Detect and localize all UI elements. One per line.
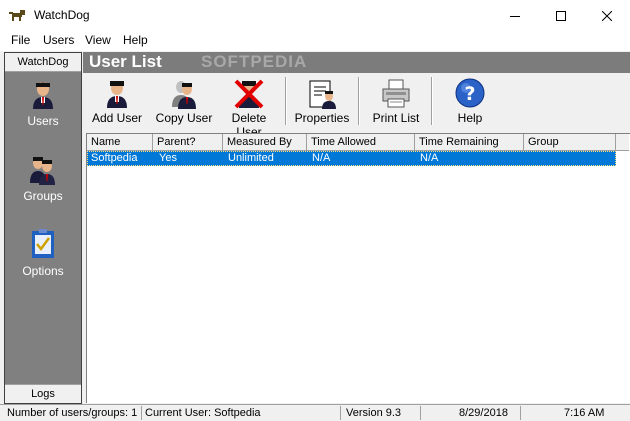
copy-user-button[interactable]: Copy User: [155, 77, 213, 125]
left-nav-bar: WatchDog Users Groups Options Logs: [4, 52, 82, 404]
add-user-button[interactable]: Add User: [91, 77, 143, 125]
copy-user-label: Copy User: [155, 111, 213, 125]
column-header-time-allowed[interactable]: Time Allowed: [307, 134, 415, 151]
toolbar-separator: [431, 77, 433, 125]
app-window: WatchDog File Users View Help WatchDog U…: [0, 0, 630, 421]
print-list-label: Print List: [372, 111, 420, 125]
menu-view[interactable]: View: [82, 33, 114, 47]
svg-text:?: ?: [464, 83, 475, 105]
status-time: 7:16 AM: [564, 407, 605, 419]
column-header-parent[interactable]: Parent?: [153, 134, 223, 151]
minimize-icon: [510, 15, 520, 17]
title-bar: WatchDog: [0, 0, 630, 31]
nav-options[interactable]: Options: [5, 228, 81, 278]
page-title: User List: [89, 52, 162, 71]
minimize-button[interactable]: [492, 0, 538, 31]
menu-file[interactable]: File: [8, 33, 33, 47]
close-icon: [602, 10, 612, 21]
status-separator: [420, 406, 421, 420]
properties-icon: [309, 80, 336, 109]
nav-options-label: Options: [22, 264, 64, 278]
cell-parent: Yes: [159, 152, 177, 164]
help-label: Help: [457, 111, 483, 125]
nav-groups[interactable]: Groups: [5, 153, 81, 203]
copy-user-icon: [172, 81, 196, 109]
close-button[interactable]: [584, 0, 630, 31]
status-separator: [141, 406, 142, 420]
nav-groups-label: Groups: [23, 189, 63, 203]
print-list-button[interactable]: Print List: [369, 77, 423, 125]
user-icon: [33, 82, 53, 109]
column-header-name[interactable]: Name: [87, 134, 153, 151]
window-title: WatchDog: [34, 8, 90, 22]
softpedia-watermark: SOFTPEDIA: [201, 52, 308, 71]
user-list[interactable]: Name Parent? Measured By Time Allowed Ti…: [86, 133, 630, 403]
nav-users-label: Users: [27, 114, 59, 128]
maximize-button[interactable]: [538, 0, 584, 31]
help-icon: ?: [455, 78, 485, 108]
dog-icon: [9, 10, 25, 21]
watchdog-tab[interactable]: WatchDog: [5, 53, 81, 72]
properties-button[interactable]: Properties: [293, 77, 351, 125]
toolbar: Add User Copy User Delete User Propertie…: [83, 73, 630, 139]
page-header: User List SOFTPEDIA: [83, 52, 630, 73]
column-header-time-remaining[interactable]: Time Remaining: [415, 134, 524, 151]
column-header-filler: [616, 134, 629, 151]
status-separator: [520, 406, 521, 420]
column-header-measured-by[interactable]: Measured By: [223, 134, 307, 151]
toolbar-separator: [358, 77, 360, 125]
add-user-icon: [107, 81, 127, 108]
menu-help[interactable]: Help: [120, 33, 151, 47]
group-icon: [30, 157, 55, 185]
maximize-icon: [556, 10, 566, 21]
cell-name: Softpedia: [91, 152, 138, 164]
status-bar: Number of users/groups: 1 Current User: …: [0, 404, 630, 421]
add-user-label: Add User: [91, 111, 143, 125]
logs-tab[interactable]: Logs: [5, 384, 81, 403]
toolbar-separator: [285, 77, 287, 125]
menu-bar: File Users View Help: [0, 31, 630, 51]
status-count: Number of users/groups: 1: [7, 407, 138, 419]
properties-label: Properties: [294, 111, 350, 125]
status-version: Version 9.3: [346, 407, 402, 419]
help-button[interactable]: ? Help: [447, 77, 493, 125]
cell-time-remaining: N/A: [420, 152, 439, 164]
status-current-user: Current User: Softpedia: [145, 407, 261, 419]
table-row[interactable]: Softpedia Yes Unlimited N/A N/A: [87, 151, 616, 166]
status-separator: [340, 406, 341, 420]
options-icon: [32, 229, 54, 258]
menu-users[interactable]: Users: [40, 33, 77, 47]
status-date: 8/29/2018: [459, 407, 508, 419]
printer-icon: [382, 79, 410, 108]
cell-measured-by: Unlimited: [228, 152, 274, 164]
nav-users[interactable]: Users: [5, 78, 81, 128]
delete-user-icon: [234, 79, 264, 109]
delete-user-button[interactable]: Delete User: [218, 77, 280, 139]
column-header-group[interactable]: Group: [524, 134, 616, 151]
cell-time-allowed: N/A: [312, 152, 331, 164]
